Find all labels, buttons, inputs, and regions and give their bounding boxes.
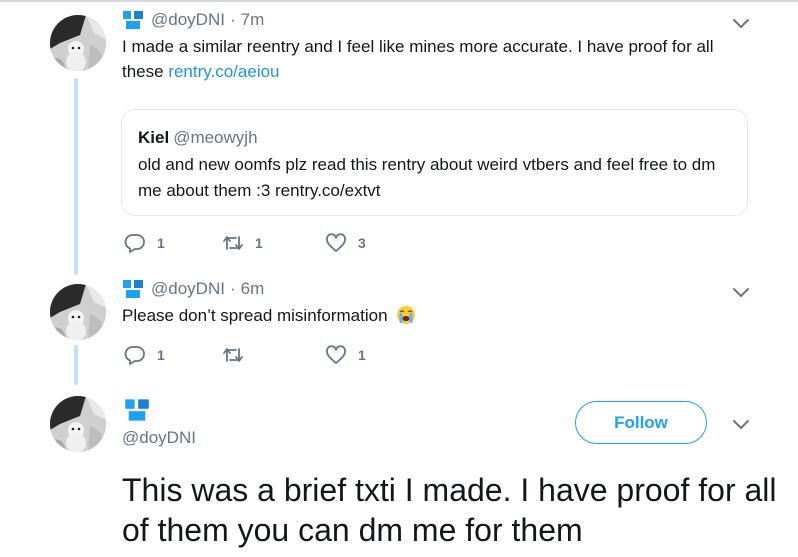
chevron-down-icon[interactable] — [731, 285, 751, 299]
like-count: 1 — [358, 347, 366, 363]
tweet-handle[interactable]: @doyDNI — [151, 10, 225, 30]
retweet-button[interactable] — [222, 345, 255, 365]
account-role-icon — [123, 11, 143, 29]
reply-icon — [124, 234, 145, 253]
tweet-handle[interactable]: @doyDNI — [151, 279, 225, 299]
quoted-tweet[interactable]: Kiel @meowyjh old and new oomfs plz read … — [121, 109, 748, 216]
heart-icon — [326, 345, 346, 364]
quote-header: Kiel @meowyjh — [138, 128, 258, 148]
avatar[interactable] — [50, 15, 106, 71]
retweet-icon — [223, 348, 243, 362]
separator-dot: · — [229, 10, 236, 29]
tweet-handle[interactable]: @doyDNI — [122, 428, 196, 448]
account-role-icon — [123, 280, 143, 298]
quote-author-handle: @meowyjh — [173, 128, 258, 147]
like-button[interactable]: 1 — [325, 345, 366, 365]
reply-count: 1 — [157, 347, 165, 363]
avatar-image — [50, 15, 106, 71]
tweet-time[interactable]: 7m — [241, 10, 265, 30]
chevron-down-icon[interactable] — [731, 16, 751, 30]
tweet-text: I made a similar reentry and I feel like… — [122, 34, 742, 84]
account-role-icon — [125, 399, 149, 421]
tweet-header: @doyDNI · 7m — [122, 10, 264, 30]
retweet-icon — [223, 236, 243, 250]
chevron-down-icon[interactable] — [731, 417, 751, 431]
thread-line — [74, 78, 78, 275]
heart-icon — [326, 233, 346, 252]
avatar[interactable] — [50, 284, 106, 340]
quote-text: old and new oomfs plz read this rentry a… — [138, 155, 716, 200]
tweet-time[interactable]: 6m — [241, 279, 265, 299]
tweet-text: Please don’t spread misinformation — [122, 303, 722, 328]
quote-author-name: Kiel — [138, 128, 170, 147]
separator-dot: · — [229, 279, 236, 298]
tweet-text: This was a brief txti I made. I have pro… — [122, 472, 777, 548]
reply-count: 1 — [157, 235, 165, 251]
reply-button[interactable]: 1 — [124, 345, 165, 365]
reply-icon — [124, 346, 145, 365]
top-divider — [0, 0, 798, 2]
tweet-header: @doyDNI · 6m — [122, 279, 264, 299]
avatar[interactable] — [50, 396, 106, 452]
tweet-link[interactable]: rentry.co/aeiou — [168, 62, 279, 81]
loudly-crying-face-icon — [397, 306, 416, 324]
retweet-button[interactable]: 1 — [222, 233, 263, 253]
follow-button[interactable]: Follow — [575, 401, 707, 444]
like-button[interactable]: 3 — [325, 233, 366, 253]
reply-button[interactable]: 1 — [124, 233, 165, 253]
avatar-image — [50, 396, 106, 452]
avatar-image — [50, 284, 106, 340]
tweet-text-body: Please don’t spread misinformation — [122, 306, 388, 325]
thread-line — [74, 345, 78, 385]
like-count: 3 — [358, 235, 366, 251]
retweet-count: 1 — [255, 235, 263, 251]
